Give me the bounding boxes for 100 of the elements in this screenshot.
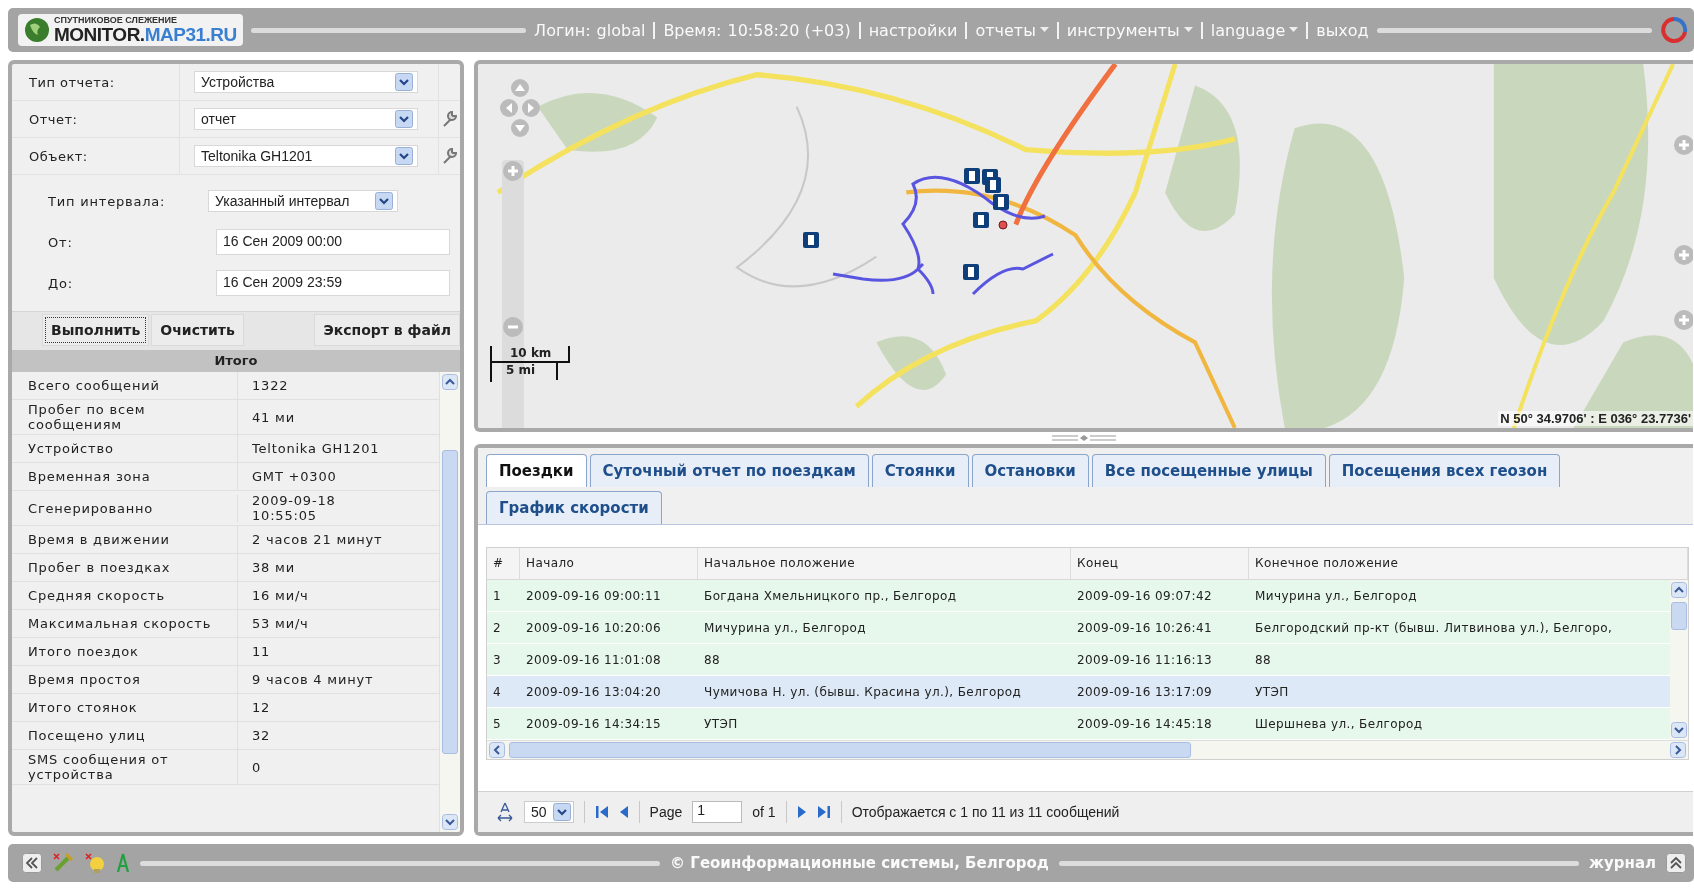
table-row[interactable]: 5 2009-09-16 14:34:15 УТЭП 2009-09-16 14:45:18 Шершнева ул., Белгород xyxy=(487,708,1670,740)
table-cell: Время в движении xyxy=(12,526,238,553)
date-input-field[interactable]: 16 Сен 2009 23:59 xyxy=(216,270,450,296)
logo-text: MONITOR. xyxy=(54,24,145,45)
last-page-icon[interactable] xyxy=(816,805,831,819)
slider-handle[interactable] xyxy=(502,316,524,338)
table-row[interactable]: 2 2009-09-16 10:20:06 Мичурина ул., Белгород 2009-09-16 10:26:41 Белгородский пр-кт (бывш. Литвинова ул.), Белгоро, xyxy=(487,612,1670,644)
splitter-handle-icon[interactable] xyxy=(1051,434,1116,442)
table-cell-text: Мичурина ул., Белгород xyxy=(703,620,867,635)
dropdown-caret-icon xyxy=(1289,27,1299,33)
table-cell: Посещено улиц xyxy=(12,722,238,749)
table-cell-text: 2009-09-16 10:20:06 xyxy=(525,620,663,635)
page-size-dropdown[interactable]: 50 xyxy=(524,801,574,823)
form-button[interactable]: Очистить xyxy=(151,314,244,346)
nav-label: Логин: xyxy=(534,20,591,40)
scroll-up-icon xyxy=(1671,582,1687,598)
scrollbar-thumb[interactable] xyxy=(442,450,458,754)
table-cell: Временная зона xyxy=(12,463,238,490)
scroll-right-icon xyxy=(1670,742,1686,758)
autofit-icon[interactable] xyxy=(496,802,514,822)
parking-marker-icon xyxy=(993,194,1009,210)
table-cell-text: Чумичова Н. ул. (бывш. Красина ул.), Белгород xyxy=(703,684,1023,699)
scale-label: 5 mi xyxy=(492,363,558,380)
table-cell: Итого поездок xyxy=(12,638,238,665)
column-header: Начало xyxy=(520,548,698,579)
table-cell-text: 2009-09-18 10:55:05 xyxy=(251,492,337,525)
parking-marker-icon xyxy=(973,212,989,228)
logo-caption: СПУТНИКОВОЕ СЛЕЖЕНИЕ xyxy=(54,16,178,25)
plus-icon[interactable] xyxy=(1673,244,1693,266)
table-cell: Устройство xyxy=(12,435,238,462)
field-label: Тип отчета: xyxy=(12,64,180,100)
first-page-icon[interactable] xyxy=(594,805,609,819)
table-row[interactable]: 4 2009-09-16 13:04:20 Чумичова Н. ул. (бывш. Красина ул.), Белгород 2009-09-16 13:17:09 УТЭП xyxy=(487,676,1670,708)
scroll-down-icon xyxy=(1671,722,1687,738)
scrollbar[interactable] xyxy=(487,740,1688,759)
table-cell-text: 3 xyxy=(492,652,503,667)
table-cell-text: 16 ми/ч xyxy=(251,587,310,605)
table-cell-text: Teltonika GH1201 xyxy=(251,440,381,458)
form-button[interactable]: Экспорт в файл xyxy=(314,314,460,346)
field-label: От: xyxy=(47,234,74,250)
form-button[interactable]: Выполнить xyxy=(42,314,150,346)
pencil-icon[interactable] xyxy=(52,852,74,874)
expand-up-icon[interactable] xyxy=(1666,853,1686,873)
field-label: Тип интервала: xyxy=(47,193,167,209)
field-label: До: xyxy=(47,275,74,291)
caret-icon xyxy=(552,803,571,821)
table-cell-text: 9 часов 4 минут xyxy=(251,671,375,689)
tab[interactable]: Стоянки xyxy=(871,454,969,487)
tab[interactable]: Остановки xyxy=(971,454,1089,487)
dropdown-field[interactable]: Устройства xyxy=(194,71,418,93)
plus-icon[interactable] xyxy=(1673,134,1693,156)
table-cell-text: 2009-09-16 11:16:13 xyxy=(1076,652,1214,667)
table-cell-text: 88 xyxy=(1254,652,1273,667)
scrollbar[interactable] xyxy=(1670,580,1688,740)
field-label: Объект: xyxy=(12,138,180,174)
table-cell-text: 32 xyxy=(251,727,272,745)
dropdown-caret-icon xyxy=(1183,27,1193,33)
table-cell-text: Богдана Хмельницкого пр., Белгород xyxy=(703,588,958,603)
table-cell-text: 88 xyxy=(703,652,722,667)
table-cell: Время простоя xyxy=(12,666,238,693)
table-cell-text: Шершнева ул., Белгород xyxy=(1254,716,1424,731)
parking-marker-icon xyxy=(963,264,979,280)
column-header: Начальное положение xyxy=(698,548,1071,579)
table-cell: Всего сообщений xyxy=(12,372,238,399)
previous-page-icon[interactable] xyxy=(618,805,629,819)
bulb-icon[interactable] xyxy=(84,852,106,874)
tab[interactable]: Поездки xyxy=(486,454,587,487)
date-input-field[interactable]: 16 Сен 2009 00:00 xyxy=(216,229,450,255)
collapse-left-icon[interactable] xyxy=(22,853,42,873)
caret-icon xyxy=(395,73,413,91)
scrollbar-thumb[interactable] xyxy=(509,742,1191,758)
table-row[interactable]: 3 2009-09-16 11:01:08 88 2009-09-16 11:16:13 88 xyxy=(487,644,1670,676)
table-cell-text: 2 xyxy=(492,620,503,635)
pan-control-icon[interactable] xyxy=(500,78,540,138)
dropdown-field[interactable]: Teltonika GH1201 xyxy=(194,145,418,167)
table-cell-text: 2 часов 21 минут xyxy=(251,531,384,549)
table-cell: Средняя скорость xyxy=(12,582,238,609)
scrollbar[interactable] xyxy=(440,372,460,832)
tab[interactable]: Все посещенные улицы xyxy=(1091,454,1326,487)
table-cell-text: 41 ми xyxy=(251,408,296,427)
table-cell-text: УТЭП xyxy=(703,716,739,731)
table-cell: Максимальная скорость xyxy=(12,610,238,637)
table-cell: SMS сообщения от устройства xyxy=(12,750,238,784)
plus-icon[interactable] xyxy=(1673,309,1693,331)
caret-icon xyxy=(375,192,393,210)
tab[interactable]: Посещения всех геозон xyxy=(1328,454,1561,487)
nav-value: 10:58:20 (+03) xyxy=(727,20,851,40)
page-number-field[interactable]: 1 xyxy=(692,801,743,823)
next-page-icon[interactable] xyxy=(796,805,807,819)
column-header: # xyxy=(487,548,520,579)
dropdown-field[interactable]: отчет xyxy=(194,108,418,130)
dropdown-field[interactable]: Указанный интервал xyxy=(208,190,398,212)
tab[interactable]: График скорости xyxy=(486,491,662,524)
table-row[interactable]: 1 2009-09-16 09:00:11 Богдана Хмельницкого пр., Белгород 2009-09-16 09:07:42 Мичурина ул., Белгород xyxy=(487,580,1670,612)
zoom-in-icon[interactable] xyxy=(502,160,524,182)
scroll-down-icon xyxy=(442,814,458,830)
tab[interactable]: Суточный отчет по поездкам xyxy=(589,454,869,487)
letter-a-marker-icon[interactable] xyxy=(116,852,130,874)
scrollbar-thumb[interactable] xyxy=(1671,602,1687,630)
summary-header: Итого xyxy=(12,350,460,372)
